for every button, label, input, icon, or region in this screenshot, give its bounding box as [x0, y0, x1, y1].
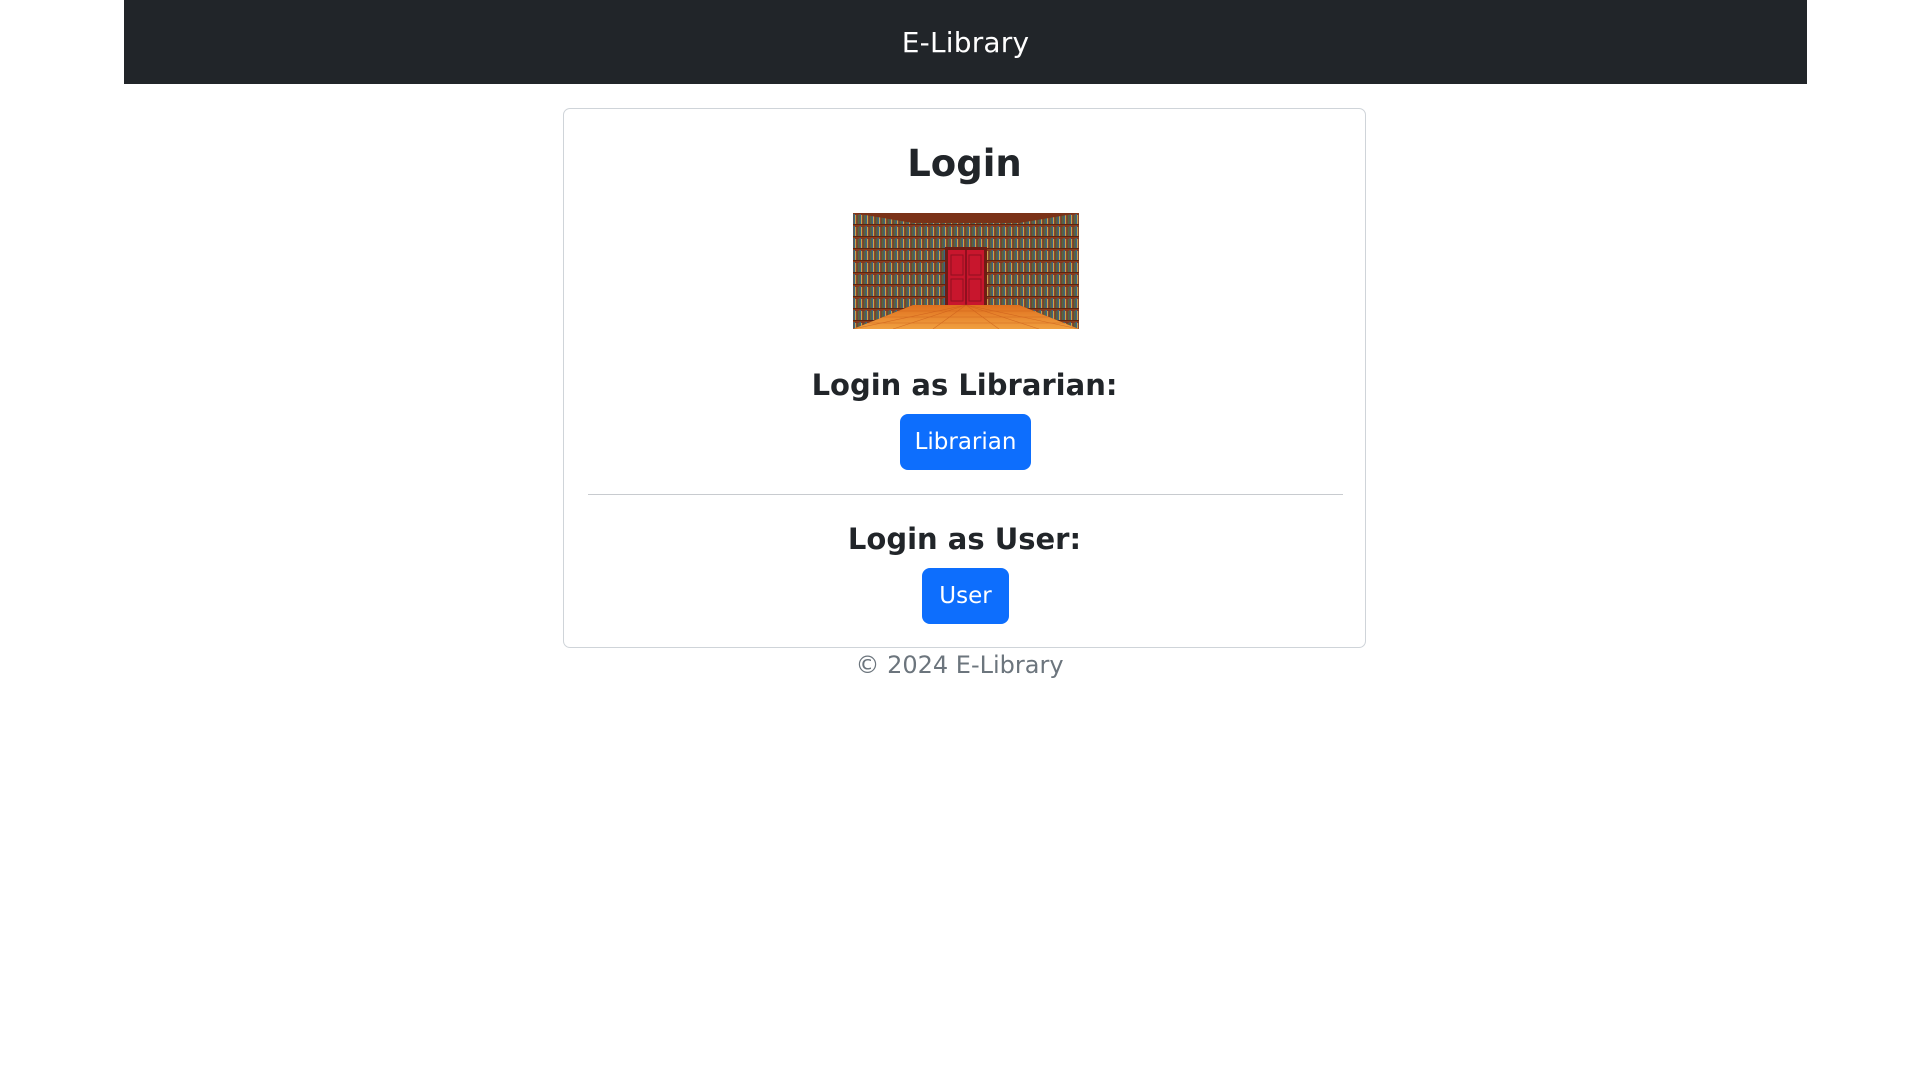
navbar-brand[interactable]: E-Library [902, 26, 1030, 59]
footer-copyright: © 2024 E-Library [855, 651, 1064, 679]
library-bookshelves-image [853, 213, 1079, 329]
user-login-heading: Login as User: [847, 522, 1082, 556]
login-card: Login Login as Librarian: Librarian Logi… [563, 108, 1366, 648]
librarian-login-button[interactable]: Librarian [900, 414, 1031, 470]
section-divider [588, 494, 1343, 495]
page-title: Login [907, 142, 1022, 185]
librarian-login-heading: Login as Librarian: [811, 368, 1118, 402]
user-login-button[interactable]: User [922, 568, 1009, 624]
top-navbar: E-Library [124, 0, 1807, 84]
